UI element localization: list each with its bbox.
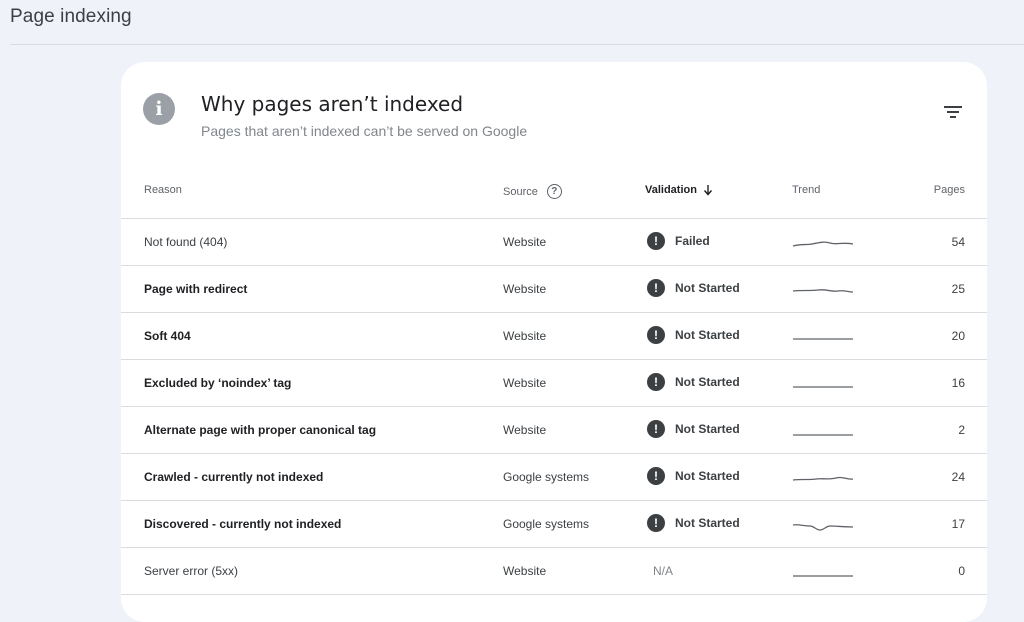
card-title: Why pages aren’t indexed	[201, 92, 464, 116]
reason-cell: Server error (5xx)	[144, 564, 239, 578]
column-header-reason[interactable]: Reason	[144, 184, 182, 196]
validation-status-label: Not Started	[675, 281, 740, 295]
validation-status-label: Not Started	[675, 375, 740, 389]
table-row[interactable]: Crawled - currently not indexed Google sy…	[121, 454, 987, 501]
trend-sparkline	[793, 575, 853, 577]
source-cell: Website	[503, 423, 547, 437]
reason-cell: Alternate page with proper canonical tag	[144, 423, 377, 437]
reason-cell: Soft 404	[144, 329, 191, 343]
source-cell: Website	[503, 235, 547, 249]
trend-sparkline	[793, 386, 853, 388]
validation-status-label: Not Started	[675, 328, 740, 342]
column-header-validation[interactable]: Validation	[645, 184, 713, 196]
pages-count-cell: 16	[951, 376, 965, 390]
column-header-pages[interactable]: Pages	[934, 184, 965, 196]
pages-count-cell: 2	[958, 423, 965, 437]
table-row[interactable]: Excluded by ‘noindex’ tag Website! Not Sta…	[121, 360, 987, 407]
alert-icon: !	[647, 373, 665, 391]
table-header: Reason Source ? Validation Trend Pages	[121, 172, 987, 219]
filter-icon[interactable]	[943, 104, 963, 120]
trend-sparkline	[792, 524, 854, 531]
validation-cell: ! Not Started	[647, 467, 740, 485]
source-cell: Google systems	[503, 470, 590, 484]
info-icon: i	[143, 93, 175, 125]
validation-cell: ! Failed	[647, 232, 710, 250]
source-cell: Website	[503, 329, 547, 343]
trend-line	[792, 476, 854, 481]
validation-status-label: Failed	[675, 234, 710, 248]
reason-cell: Not found (404)	[144, 235, 228, 249]
validation-status-label: Not Started	[675, 516, 740, 530]
help-icon[interactable]: ?	[546, 184, 562, 199]
column-header-trend[interactable]: Trend	[792, 184, 820, 196]
source-cell: Website	[503, 564, 547, 578]
alert-icon: !	[647, 514, 665, 532]
trend-sparkline	[792, 289, 854, 293]
column-header-source-label: Source	[503, 185, 538, 198]
validation-status-label: Not Started	[675, 422, 740, 436]
alert-icon: !	[647, 326, 665, 344]
trend-line	[792, 524, 854, 531]
table-row[interactable]: Soft 404 Website! Not Started 20	[121, 313, 987, 360]
reason-cell: Page with redirect	[144, 282, 248, 296]
pages-count-cell: 54	[951, 235, 965, 249]
validation-status-label: Not Started	[675, 469, 740, 483]
validation-cell: ! Not Started	[647, 373, 740, 391]
source-cell: Google systems	[503, 517, 590, 531]
validation-cell: ! Not Started	[647, 279, 740, 297]
column-header-source[interactable]: Source ?	[503, 184, 562, 199]
column-header-validation-label: Validation	[645, 184, 697, 196]
source-cell: Website	[503, 376, 547, 390]
table-row[interactable]: Page with redirect Website! Not Started 25	[121, 266, 987, 313]
alert-icon: !	[647, 420, 665, 438]
trend-sparkline	[793, 338, 853, 340]
pages-count-cell: 17	[951, 517, 965, 531]
pages-count-cell: 0	[958, 564, 965, 578]
page-title: Page indexing	[10, 6, 132, 27]
alert-icon: !	[647, 279, 665, 297]
validation-cell: ! Not Started	[647, 420, 740, 438]
trend-line	[792, 241, 854, 247]
validation-cell: ! Not Started	[647, 514, 740, 532]
sort-arrow-down-icon	[703, 185, 712, 196]
alert-icon: !	[647, 467, 665, 485]
pages-count-cell: 25	[951, 282, 965, 296]
alert-icon: !	[647, 232, 665, 250]
validation-cell: ! Not Started	[647, 326, 740, 344]
trend-sparkline	[792, 241, 854, 247]
reason-cell: Excluded by ‘noindex’ tag	[144, 376, 292, 390]
validation-cell: N/A	[653, 564, 673, 578]
reason-cell: Discovered - currently not indexed	[144, 517, 342, 531]
card-subtitle: Pages that aren’t indexed can’t be serve…	[201, 123, 528, 139]
reason-cell: Crawled - currently not indexed	[144, 470, 324, 484]
table-row[interactable]: Not found (404) Website! Failed 54	[121, 219, 987, 266]
pages-count-cell: 24	[951, 470, 965, 484]
validation-status-label: N/A	[653, 564, 674, 578]
trend-sparkline	[793, 434, 853, 436]
source-cell: Website	[503, 282, 547, 296]
header-divider	[10, 44, 1024, 45]
table-row[interactable]: Alternate page with proper canonical tag…	[121, 407, 987, 454]
table-row[interactable]: Server error (5xx) Website N/A 0	[121, 548, 987, 595]
why-not-indexed-card: i Why pages aren’t indexed Pages that ar…	[121, 62, 987, 622]
trend-sparkline	[792, 476, 854, 481]
table-row[interactable]: Discovered - currently not indexed Google…	[121, 501, 987, 548]
trend-line	[792, 289, 854, 293]
pages-count-cell: 20	[951, 329, 965, 343]
